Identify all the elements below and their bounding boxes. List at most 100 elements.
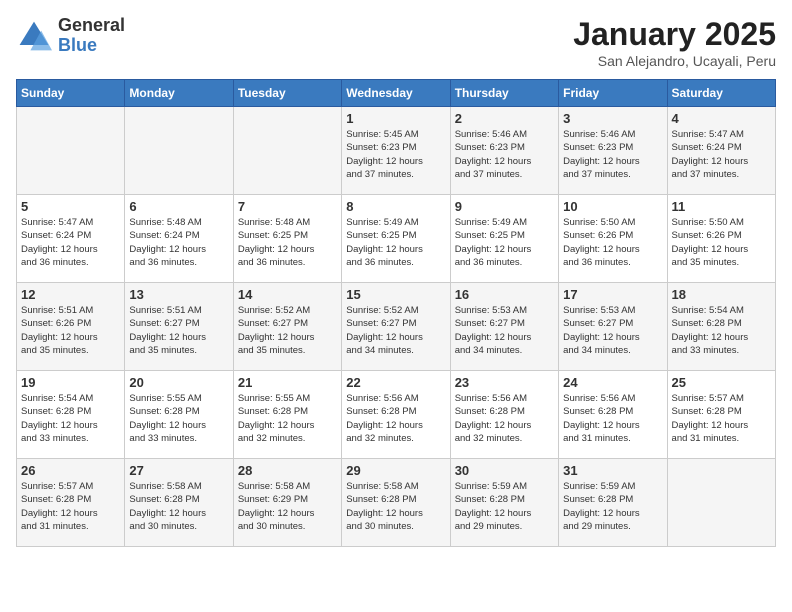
calendar-cell: 19 Sunrise: 5:54 AM Sunset: 6:28 PM Dayli… <box>17 371 125 459</box>
day-number: 11 <box>672 199 771 214</box>
calendar-cell: 10 Sunrise: 5:50 AM Sunset: 6:26 PM Dayli… <box>559 195 667 283</box>
day-header-tuesday: Tuesday <box>233 80 341 107</box>
calendar-cell: 15 Sunrise: 5:52 AM Sunset: 6:27 PM Dayli… <box>342 283 450 371</box>
day-number: 27 <box>129 463 228 478</box>
day-info: Sunrise: 5:57 AM Sunset: 6:28 PM Dayligh… <box>672 392 771 445</box>
logo: GeneralBlue <box>16 16 125 56</box>
day-number: 16 <box>455 287 554 302</box>
day-number: 22 <box>346 375 445 390</box>
day-info: Sunrise: 5:47 AM Sunset: 6:24 PM Dayligh… <box>672 128 771 181</box>
day-info: Sunrise: 5:58 AM Sunset: 6:28 PM Dayligh… <box>129 480 228 533</box>
day-info: Sunrise: 5:47 AM Sunset: 6:24 PM Dayligh… <box>21 216 120 269</box>
day-info: Sunrise: 5:59 AM Sunset: 6:28 PM Dayligh… <box>455 480 554 533</box>
calendar-cell: 4 Sunrise: 5:47 AM Sunset: 6:24 PM Daylig… <box>667 107 775 195</box>
calendar-cell: 18 Sunrise: 5:54 AM Sunset: 6:28 PM Dayli… <box>667 283 775 371</box>
day-number: 18 <box>672 287 771 302</box>
day-info: Sunrise: 5:46 AM Sunset: 6:23 PM Dayligh… <box>455 128 554 181</box>
day-header-thursday: Thursday <box>450 80 558 107</box>
day-info: Sunrise: 5:51 AM Sunset: 6:27 PM Dayligh… <box>129 304 228 357</box>
calendar-cell: 8Sunrise: 5:49 AM Sunset: 6:25 PM Daylig… <box>342 195 450 283</box>
calendar-cell: 2 Sunrise: 5:46 AM Sunset: 6:23 PM Daylig… <box>450 107 558 195</box>
calendar-cell: 13Sunrise: 5:51 AM Sunset: 6:27 PM Dayli… <box>125 283 233 371</box>
day-info: Sunrise: 5:53 AM Sunset: 6:27 PM Dayligh… <box>455 304 554 357</box>
calendar-cell: 28Sunrise: 5:58 AM Sunset: 6:29 PM Dayli… <box>233 459 341 547</box>
day-header-wednesday: Wednesday <box>342 80 450 107</box>
day-number: 1 <box>346 111 445 126</box>
day-info: Sunrise: 5:48 AM Sunset: 6:25 PM Dayligh… <box>238 216 337 269</box>
calendar-cell: 27 Sunrise: 5:58 AM Sunset: 6:28 PM Dayli… <box>125 459 233 547</box>
day-number: 7 <box>238 199 337 214</box>
calendar-cell: 9Sunrise: 5:49 AM Sunset: 6:25 PM Daylig… <box>450 195 558 283</box>
day-number: 14 <box>238 287 337 302</box>
calendar-cell: 12Sunrise: 5:51 AM Sunset: 6:26 PM Dayli… <box>17 283 125 371</box>
calendar-cell: 6Sunrise: 5:48 AM Sunset: 6:24 PM Daylig… <box>125 195 233 283</box>
day-info: Sunrise: 5:50 AM Sunset: 6:26 PM Dayligh… <box>672 216 771 269</box>
calendar-cell: 20Sunrise: 5:55 AM Sunset: 6:28 PM Dayli… <box>125 371 233 459</box>
calendar-cell: 30 Sunrise: 5:59 AM Sunset: 6:28 PM Dayli… <box>450 459 558 547</box>
day-info: Sunrise: 5:56 AM Sunset: 6:28 PM Dayligh… <box>563 392 662 445</box>
day-header-monday: Monday <box>125 80 233 107</box>
day-number: 29 <box>346 463 445 478</box>
day-info: Sunrise: 5:55 AM Sunset: 6:28 PM Dayligh… <box>238 392 337 445</box>
calendar-header-row: SundayMondayTuesdayWednesdayThursdayFrid… <box>17 80 776 107</box>
day-info: Sunrise: 5:58 AM Sunset: 6:29 PM Dayligh… <box>238 480 337 533</box>
day-info: Sunrise: 5:51 AM Sunset: 6:26 PM Dayligh… <box>21 304 120 357</box>
calendar-table: SundayMondayTuesdayWednesdayThursdayFrid… <box>16 79 776 547</box>
calendar-cell: 17 Sunrise: 5:53 AM Sunset: 6:27 PM Dayli… <box>559 283 667 371</box>
calendar-cell: 23 Sunrise: 5:56 AM Sunset: 6:28 PM Dayli… <box>450 371 558 459</box>
logo-text: GeneralBlue <box>58 16 125 56</box>
day-info: Sunrise: 5:45 AM Sunset: 6:23 PM Dayligh… <box>346 128 445 181</box>
day-header-sunday: Sunday <box>17 80 125 107</box>
day-number: 9 <box>455 199 554 214</box>
calendar-cell: 5Sunrise: 5:47 AM Sunset: 6:24 PM Daylig… <box>17 195 125 283</box>
day-number: 17 <box>563 287 662 302</box>
calendar-cell <box>17 107 125 195</box>
week-row-3: 12Sunrise: 5:51 AM Sunset: 6:26 PM Dayli… <box>17 283 776 371</box>
calendar-cell <box>233 107 341 195</box>
day-info: Sunrise: 5:46 AM Sunset: 6:23 PM Dayligh… <box>563 128 662 181</box>
day-info: Sunrise: 5:56 AM Sunset: 6:28 PM Dayligh… <box>346 392 445 445</box>
day-number: 15 <box>346 287 445 302</box>
week-row-1: 1 Sunrise: 5:45 AM Sunset: 6:23 PM Daylig… <box>17 107 776 195</box>
day-info: Sunrise: 5:57 AM Sunset: 6:28 PM Dayligh… <box>21 480 120 533</box>
calendar-cell: 26Sunrise: 5:57 AM Sunset: 6:28 PM Dayli… <box>17 459 125 547</box>
title-block: January 2025 San Alejandro, Ucayali, Per… <box>573 16 776 69</box>
day-number: 23 <box>455 375 554 390</box>
calendar-cell: 31Sunrise: 5:59 AM Sunset: 6:28 PM Dayli… <box>559 459 667 547</box>
day-number: 24 <box>563 375 662 390</box>
day-info: Sunrise: 5:50 AM Sunset: 6:26 PM Dayligh… <box>563 216 662 269</box>
day-info: Sunrise: 5:52 AM Sunset: 6:27 PM Dayligh… <box>346 304 445 357</box>
week-row-4: 19 Sunrise: 5:54 AM Sunset: 6:28 PM Dayli… <box>17 371 776 459</box>
week-row-5: 26Sunrise: 5:57 AM Sunset: 6:28 PM Dayli… <box>17 459 776 547</box>
day-info: Sunrise: 5:56 AM Sunset: 6:28 PM Dayligh… <box>455 392 554 445</box>
day-info: Sunrise: 5:53 AM Sunset: 6:27 PM Dayligh… <box>563 304 662 357</box>
page-header: GeneralBlue January 2025 San Alejandro, … <box>16 16 776 69</box>
day-number: 2 <box>455 111 554 126</box>
day-info: Sunrise: 5:58 AM Sunset: 6:28 PM Dayligh… <box>346 480 445 533</box>
day-number: 4 <box>672 111 771 126</box>
logo-icon <box>16 18 52 54</box>
calendar-subtitle: San Alejandro, Ucayali, Peru <box>573 53 776 69</box>
day-number: 30 <box>455 463 554 478</box>
day-info: Sunrise: 5:54 AM Sunset: 6:28 PM Dayligh… <box>672 304 771 357</box>
calendar-cell: 1 Sunrise: 5:45 AM Sunset: 6:23 PM Daylig… <box>342 107 450 195</box>
day-number: 21 <box>238 375 337 390</box>
calendar-cell: 22 Sunrise: 5:56 AM Sunset: 6:28 PM Dayli… <box>342 371 450 459</box>
day-number: 6 <box>129 199 228 214</box>
day-header-saturday: Saturday <box>667 80 775 107</box>
calendar-cell: 14Sunrise: 5:52 AM Sunset: 6:27 PM Dayli… <box>233 283 341 371</box>
calendar-cell: 16 Sunrise: 5:53 AM Sunset: 6:27 PM Dayli… <box>450 283 558 371</box>
calendar-title: January 2025 <box>573 16 776 53</box>
calendar-cell <box>125 107 233 195</box>
day-number: 31 <box>563 463 662 478</box>
day-number: 19 <box>21 375 120 390</box>
day-info: Sunrise: 5:54 AM Sunset: 6:28 PM Dayligh… <box>21 392 120 445</box>
day-number: 10 <box>563 199 662 214</box>
calendar-cell: 7 Sunrise: 5:48 AM Sunset: 6:25 PM Daylig… <box>233 195 341 283</box>
day-header-friday: Friday <box>559 80 667 107</box>
calendar-body: 1 Sunrise: 5:45 AM Sunset: 6:23 PM Daylig… <box>17 107 776 547</box>
day-info: Sunrise: 5:55 AM Sunset: 6:28 PM Dayligh… <box>129 392 228 445</box>
calendar-cell: 21 Sunrise: 5:55 AM Sunset: 6:28 PM Dayli… <box>233 371 341 459</box>
day-info: Sunrise: 5:49 AM Sunset: 6:25 PM Dayligh… <box>346 216 445 269</box>
calendar-cell: 25Sunrise: 5:57 AM Sunset: 6:28 PM Dayli… <box>667 371 775 459</box>
